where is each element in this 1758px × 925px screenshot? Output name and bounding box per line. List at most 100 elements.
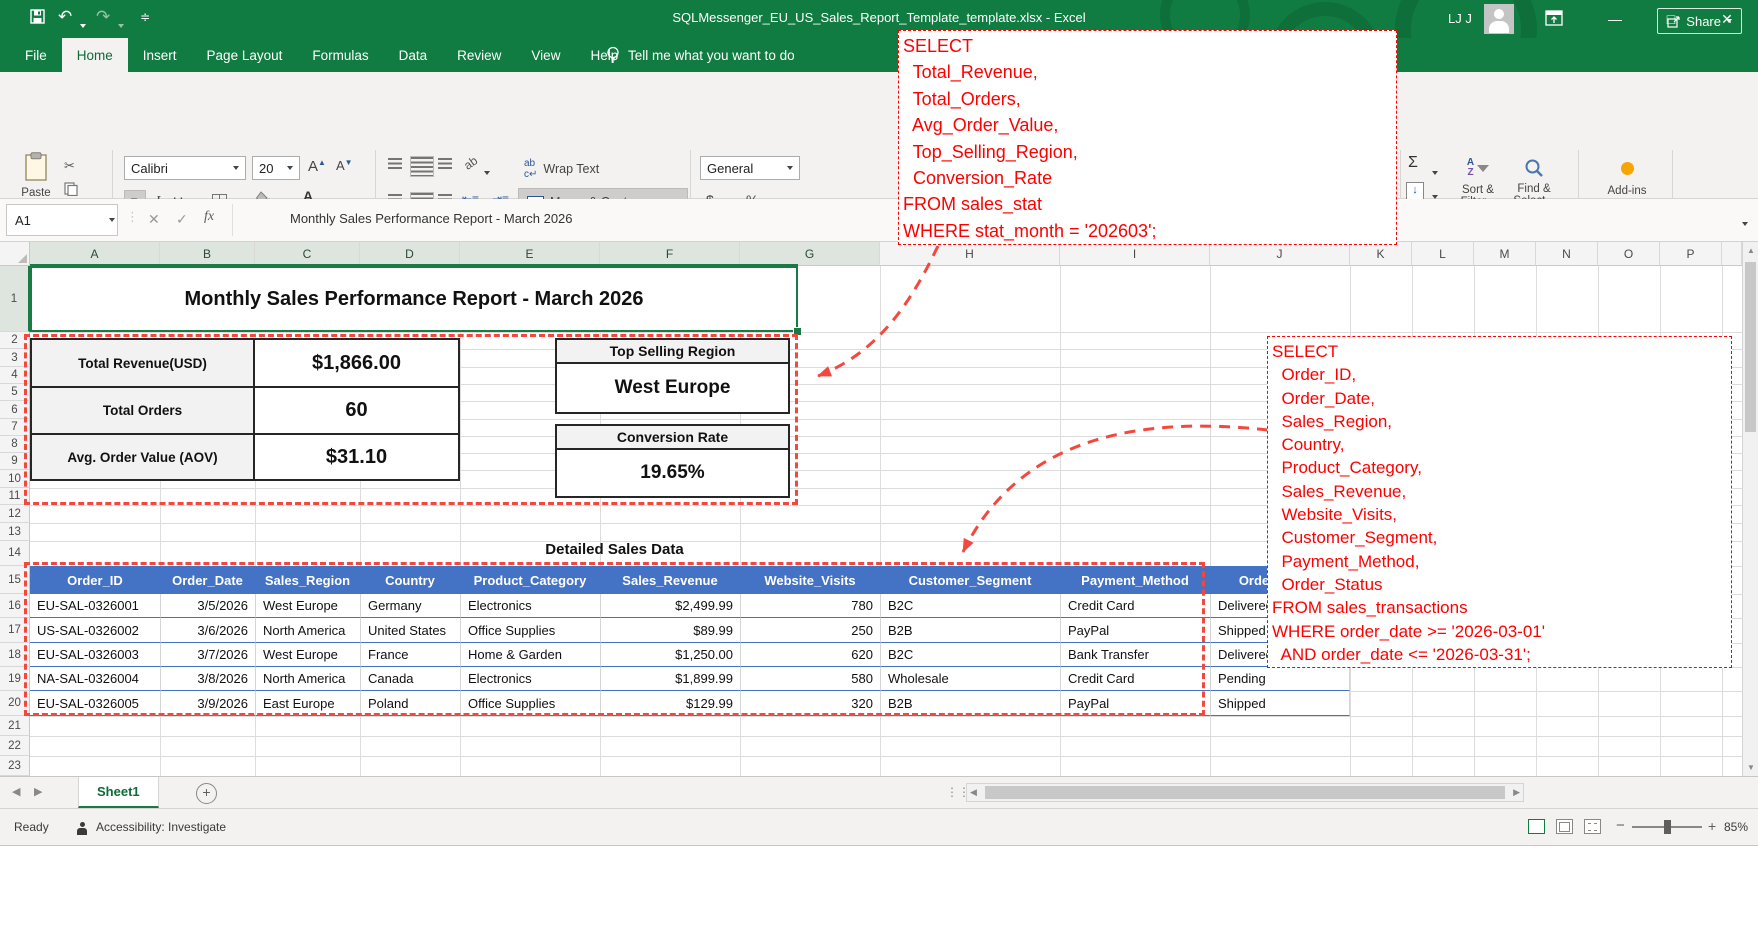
- horizontal-scrollbar[interactable]: ◀ ▶: [966, 783, 1524, 802]
- row-header-18[interactable]: 18: [0, 643, 30, 667]
- page-break-view-icon[interactable]: [1584, 819, 1601, 834]
- scroll-left-icon[interactable]: ◀: [970, 787, 977, 798]
- vertical-scroll-thumb[interactable]: [1745, 262, 1756, 432]
- table-cell[interactable]: NA-SAL-0326004: [30, 667, 160, 691]
- column-header-H[interactable]: H: [880, 242, 1060, 266]
- autosum-dropdown-icon[interactable]: [1432, 164, 1438, 182]
- row-header-5[interactable]: 5: [0, 384, 30, 401]
- table-header-Country[interactable]: Country: [360, 566, 460, 594]
- table-cell[interactable]: $2,499.99: [600, 594, 740, 618]
- table-cell[interactable]: B2B: [880, 618, 1060, 643]
- ribbon-tab-data[interactable]: Data: [384, 38, 443, 72]
- row-header-3[interactable]: 3: [0, 349, 30, 367]
- shrink-font-button[interactable]: A▼: [336, 158, 353, 173]
- cut-icon[interactable]: ✂: [64, 158, 75, 174]
- ribbon-display-options-icon[interactable]: [1545, 10, 1563, 31]
- summary-value[interactable]: $1,866.00: [255, 338, 460, 386]
- zoom-slider-thumb[interactable]: [1664, 820, 1671, 834]
- row-header-8[interactable]: 8: [0, 436, 30, 453]
- table-cell[interactable]: 3/7/2026: [160, 643, 255, 667]
- align-top-icon[interactable]: [388, 158, 402, 169]
- font-name-select[interactable]: Calibri: [124, 156, 246, 180]
- cancel-icon[interactable]: ✕: [148, 211, 160, 228]
- table-cell[interactable]: 3/6/2026: [160, 618, 255, 643]
- zoom-in-icon[interactable]: +: [1708, 818, 1716, 834]
- table-cell[interactable]: Poland: [360, 691, 460, 716]
- table-cell[interactable]: B2B: [880, 691, 1060, 716]
- page-layout-view-icon[interactable]: [1556, 819, 1573, 834]
- table-cell[interactable]: East Europe: [255, 691, 360, 716]
- insert-function-icon[interactable]: fx: [204, 209, 214, 225]
- row-header-12[interactable]: 12: [0, 505, 30, 523]
- table-cell[interactable]: $89.99: [600, 618, 740, 643]
- column-header-F[interactable]: F: [600, 242, 740, 266]
- table-header-Order_ID[interactable]: Order_ID: [30, 566, 160, 594]
- column-header-A[interactable]: A: [30, 242, 160, 266]
- table-cell[interactable]: Electronics: [460, 594, 600, 618]
- table-header-Website_Visits[interactable]: Website_Visits: [740, 566, 880, 594]
- table-cell[interactable]: United States: [360, 618, 460, 643]
- grow-font-button[interactable]: A▲: [308, 158, 326, 175]
- ribbon-tab-page-layout[interactable]: Page Layout: [192, 38, 298, 72]
- table-cell[interactable]: West Europe: [255, 594, 360, 618]
- row-header-17[interactable]: 17: [0, 618, 30, 643]
- table-cell[interactable]: North America: [255, 618, 360, 643]
- column-header-P[interactable]: P: [1660, 242, 1722, 266]
- vertical-scrollbar[interactable]: ▲ ▼: [1742, 242, 1758, 776]
- summary-value[interactable]: $31.10: [255, 433, 460, 481]
- table-cell[interactable]: 780: [740, 594, 880, 618]
- row-header-23[interactable]: 23: [0, 756, 30, 776]
- formula-input[interactable]: Monthly Sales Performance Report - March…: [290, 211, 573, 226]
- column-header-N[interactable]: N: [1536, 242, 1598, 266]
- column-header-I[interactable]: I: [1060, 242, 1210, 266]
- row-header-6[interactable]: 6: [0, 401, 30, 419]
- sheet-nav-right-icon[interactable]: ▶: [34, 785, 42, 798]
- table-cell[interactable]: $1,899.99: [600, 667, 740, 691]
- kpi-value[interactable]: 19.65%: [555, 450, 790, 498]
- row-header-10[interactable]: 10: [0, 470, 30, 488]
- row-header-21[interactable]: 21: [0, 716, 30, 736]
- report-title-cell[interactable]: Monthly Sales Performance Report - March…: [30, 266, 798, 332]
- table-cell[interactable]: US-SAL-0326002: [30, 618, 160, 643]
- new-sheet-button[interactable]: +: [196, 783, 217, 804]
- column-header-K[interactable]: K: [1350, 242, 1412, 266]
- row-header-15[interactable]: 15: [0, 566, 30, 594]
- table-cell[interactable]: PayPal: [1060, 691, 1210, 716]
- ribbon-tab-formulas[interactable]: Formulas: [297, 38, 383, 72]
- formula-bar-splitter[interactable]: ⋮: [126, 209, 139, 225]
- orientation-dropdown-icon[interactable]: [484, 164, 490, 182]
- zoom-level[interactable]: 85%: [1724, 820, 1748, 834]
- table-cell[interactable]: 620: [740, 643, 880, 667]
- row-header-1[interactable]: 1: [0, 266, 30, 332]
- table-cell[interactable]: Credit Card: [1060, 594, 1210, 618]
- row-header-4[interactable]: 4: [0, 367, 30, 384]
- table-header-Product_Category[interactable]: Product_Category: [460, 566, 600, 594]
- scroll-up-icon[interactable]: ▲: [1743, 246, 1758, 255]
- table-cell[interactable]: $129.99: [600, 691, 740, 716]
- column-header-D[interactable]: D: [360, 242, 460, 266]
- table-cell[interactable]: Office Supplies: [460, 618, 600, 643]
- table-header-Payment_Method[interactable]: Payment_Method: [1060, 566, 1210, 594]
- horizontal-scroll-thumb[interactable]: [985, 786, 1505, 799]
- ribbon-tab-file[interactable]: File: [10, 38, 62, 72]
- name-box[interactable]: A1: [6, 204, 118, 236]
- ribbon-tab-review[interactable]: Review: [442, 38, 516, 72]
- table-cell[interactable]: 3/5/2026: [160, 594, 255, 618]
- accessibility-status[interactable]: Accessibility: Investigate: [96, 820, 226, 834]
- user-initials[interactable]: LJ J: [1448, 11, 1472, 26]
- row-header-9[interactable]: 9: [0, 453, 30, 470]
- column-header-O[interactable]: O: [1598, 242, 1660, 266]
- column-header-M[interactable]: M: [1474, 242, 1536, 266]
- table-cell[interactable]: $1,250.00: [600, 643, 740, 667]
- minimize-button[interactable]: —: [1592, 0, 1638, 38]
- zoom-out-icon[interactable]: −: [1616, 817, 1625, 834]
- table-cell[interactable]: Pending: [1210, 667, 1350, 691]
- column-header-L[interactable]: L: [1412, 242, 1474, 266]
- row-header-16[interactable]: 16: [0, 594, 30, 618]
- table-cell[interactable]: 3/8/2026: [160, 667, 255, 691]
- ribbon-tab-home[interactable]: Home: [62, 38, 128, 72]
- fill-down-icon[interactable]: ↓: [1406, 182, 1424, 200]
- table-cell[interactable]: West Europe: [255, 643, 360, 667]
- table-cell[interactable]: Germany: [360, 594, 460, 618]
- table-cell[interactable]: Canada: [360, 667, 460, 691]
